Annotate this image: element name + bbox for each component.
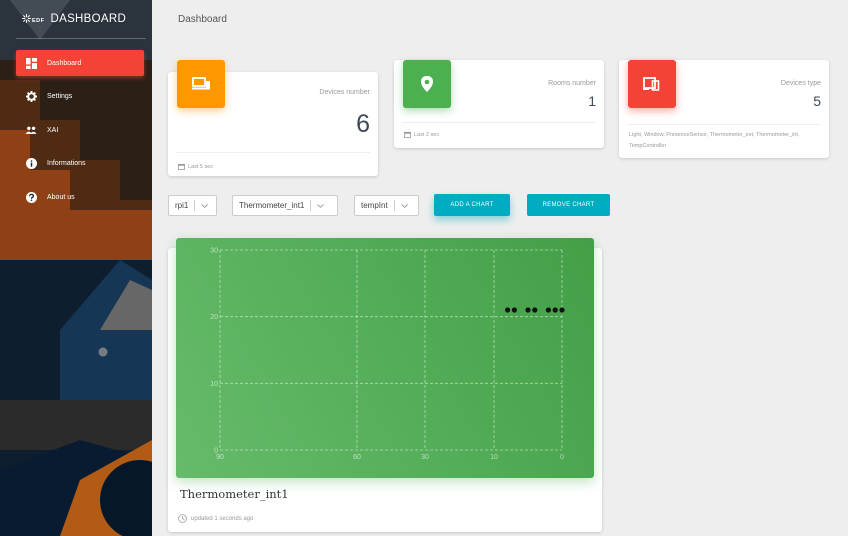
data-point [552,307,558,313]
y-tick-label: 30 [210,248,218,255]
brand-divider [16,38,146,39]
x-tick-label: 30 [421,454,429,461]
sidebar-item-label: Informations [47,160,86,167]
stat-footer-text: Last 2 sec [414,131,440,138]
stat-label: Rooms number [548,80,596,87]
laptop-icon [192,77,210,90]
dashboard-icon [24,56,38,70]
stat-value: 6 [356,110,370,138]
stat-icon-box [628,60,676,108]
metric-select-value: tempInt [361,201,388,210]
device-select-value: rpi1 [175,201,189,210]
edf-logo-text: EDF [32,18,45,24]
chart-updated-text: updated 1 seconds ago [191,515,254,522]
stat-card-devices-type: Devices type 5 Light, Window, PresenceSe… [619,60,829,158]
info-icon [24,157,38,171]
location-pin-icon [421,76,433,92]
calendar-icon [178,163,185,170]
data-point [559,307,565,313]
chart-panel: 30 20 10 0 90 60 30 10 0 [176,238,594,478]
divider [627,124,821,125]
stat-icon-box [177,60,225,108]
chart-footer: updated 1 seconds ago [178,514,253,523]
stat-footer: Light, Window, PresenceSensor, Thermomet… [629,130,809,152]
stat-footer: Last 5 sec [178,163,213,170]
data-point [511,307,517,313]
data-point [545,307,551,313]
sidebar-item-label: About us [47,193,75,201]
sidebar-item-informations[interactable]: Informations [16,151,144,177]
brand[interactable]: EDF DASHBOARD [0,0,152,38]
divider [176,152,370,153]
page-title: Dashboard [178,14,227,25]
sidebar-item-label: XAI [47,126,59,134]
calendar-icon [404,131,411,138]
device-select[interactable]: rpi1 [168,195,217,216]
stat-card-rooms-number: Rooms number 1 Last 2 sec [394,60,604,148]
data-point [525,307,531,313]
data-point [532,307,538,313]
stat-value: 1 [588,93,596,109]
x-tick-label: 0 [560,454,564,461]
brand-name: DASHBOARD [50,13,127,25]
stat-footer-text: Light, Window, PresenceSensor, Thermomet… [629,132,800,149]
sidebar-item-dashboard[interactable]: Dashboard [16,50,144,76]
sidebar-item-label: Settings [47,93,73,100]
add-chart-button[interactable]: ADD A CHART [434,194,510,216]
sidebar-item-label: Dashboard [47,59,82,67]
stat-footer-text: Last 5 sec [188,163,214,170]
sidebar: EDF DASHBOARD Dashboard Settings XAI Inf… [0,0,152,536]
divider [194,200,196,211]
metric-select[interactable]: tempInt [354,195,419,216]
sidebar-item-settings[interactable]: Settings [16,84,144,110]
divider [402,122,596,123]
y-tick-label: 20 [210,314,218,321]
chevron-down-icon [317,203,325,208]
stat-icon-box [403,60,451,108]
sensor-select-value: Thermometer_int1 [239,201,305,210]
divider [393,200,395,211]
sidebar-item-about-us[interactable]: About us [16,184,144,210]
chevron-down-icon [400,203,408,208]
clock-icon [178,514,187,523]
data-point [505,307,511,313]
chevron-down-icon [201,203,209,208]
stat-label: Devices type [780,80,821,87]
people-icon [24,123,38,137]
stat-footer: Last 2 sec [404,131,439,138]
x-tick-label: 60 [353,454,361,461]
gear-icon [24,90,38,104]
remove-chart-button[interactable]: REMOVE CHART [527,194,610,216]
x-tick-label: 90 [216,454,224,461]
sensor-select[interactable]: Thermometer_int1 [232,195,338,216]
x-tick-label: 10 [490,454,498,461]
stat-value: 5 [813,93,821,109]
sidebar-item-xai[interactable]: XAI [16,117,144,143]
y-tick-label: 10 [210,381,218,388]
sidebar-nav: Dashboard Settings XAI Informations Abou… [16,50,144,218]
stat-card-devices-number: Devices number 6 Last 5 sec [168,60,378,176]
stat-label: Devices number [319,89,370,96]
edf-logo-icon [21,13,32,24]
divider [310,200,312,211]
chart-title: Thermometer_int1 [180,487,289,501]
help-icon [24,190,38,204]
scatter-chart: 302010090 60 30 10 0 [210,248,565,461]
devices-icon [643,77,660,91]
edf-logo: EDF [21,13,45,24]
